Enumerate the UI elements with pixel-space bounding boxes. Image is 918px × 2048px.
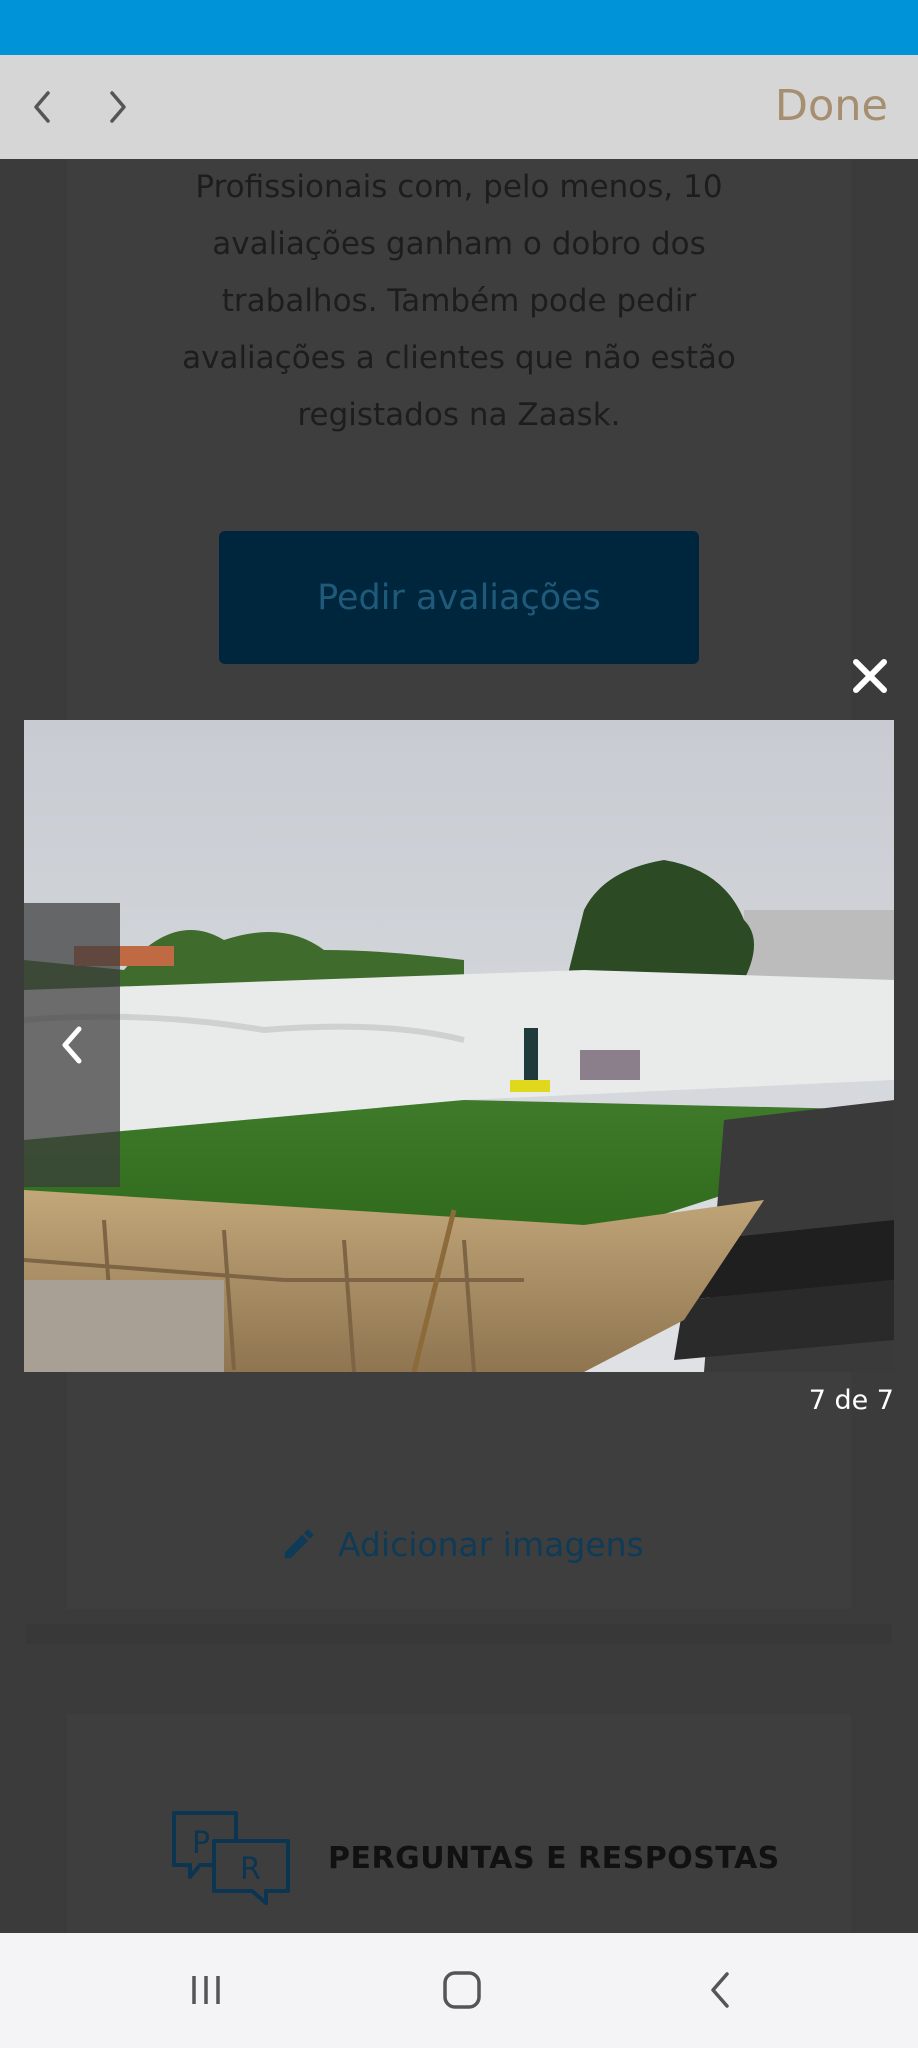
add-images-link[interactable]: Adicionar imagens <box>280 1519 644 1569</box>
speech-bubbles-icon: P R <box>172 1811 290 1905</box>
back-icon <box>711 1972 729 2008</box>
garden-photo <box>24 720 894 1372</box>
qa-icon-letter-r: R <box>240 1852 261 1887</box>
home-icon <box>443 1971 481 2009</box>
info-line: avaliações ganham o dobro dos <box>212 226 706 262</box>
forward-nav-button[interactable] <box>98 87 138 127</box>
image-counter: 7 de 7 <box>808 1385 894 1416</box>
screen: Done Profissionais com, pelo menos, 10 a… <box>0 0 918 2048</box>
recents-icon <box>192 1976 220 2004</box>
close-icon[interactable] <box>848 654 892 698</box>
system-back-button[interactable] <box>690 1965 750 2015</box>
ask-reviews-button[interactable]: Pedir avaliações <box>219 531 699 664</box>
back-nav-button[interactable] <box>22 87 62 127</box>
reviews-info-text: Profissionais com, pelo menos, 10 avalia… <box>67 159 851 444</box>
home-button[interactable] <box>432 1965 492 2015</box>
chevron-left-icon <box>62 1026 82 1064</box>
previous-image-button[interactable] <box>24 903 120 1187</box>
pencil-icon <box>284 1529 314 1559</box>
done-button[interactable]: Done <box>775 81 888 131</box>
section-divider <box>26 1624 892 1644</box>
add-images-label: Adicionar imagens <box>338 1524 644 1564</box>
qa-icon-letter-p: P <box>192 1826 210 1861</box>
info-line: avaliações a clientes que não estão <box>182 340 736 376</box>
recents-button[interactable] <box>176 1965 236 2015</box>
chevron-right-icon <box>110 91 126 123</box>
system-nav-bar <box>0 1933 918 2048</box>
info-line: trabalhos. Também pode pedir <box>221 283 697 319</box>
gallery-photo <box>24 720 894 1372</box>
status-bar <box>0 0 918 55</box>
chevron-left-icon <box>34 91 50 123</box>
qa-header: P R PERGUNTAS E RESPOSTAS <box>170 1809 780 1907</box>
qa-title: PERGUNTAS E RESPOSTAS <box>328 1840 780 1876</box>
browser-toolbar: Done <box>0 55 918 159</box>
info-line: registados na Zaask. <box>297 397 621 433</box>
info-line: Profissionais com, pelo menos, 10 <box>195 169 723 205</box>
